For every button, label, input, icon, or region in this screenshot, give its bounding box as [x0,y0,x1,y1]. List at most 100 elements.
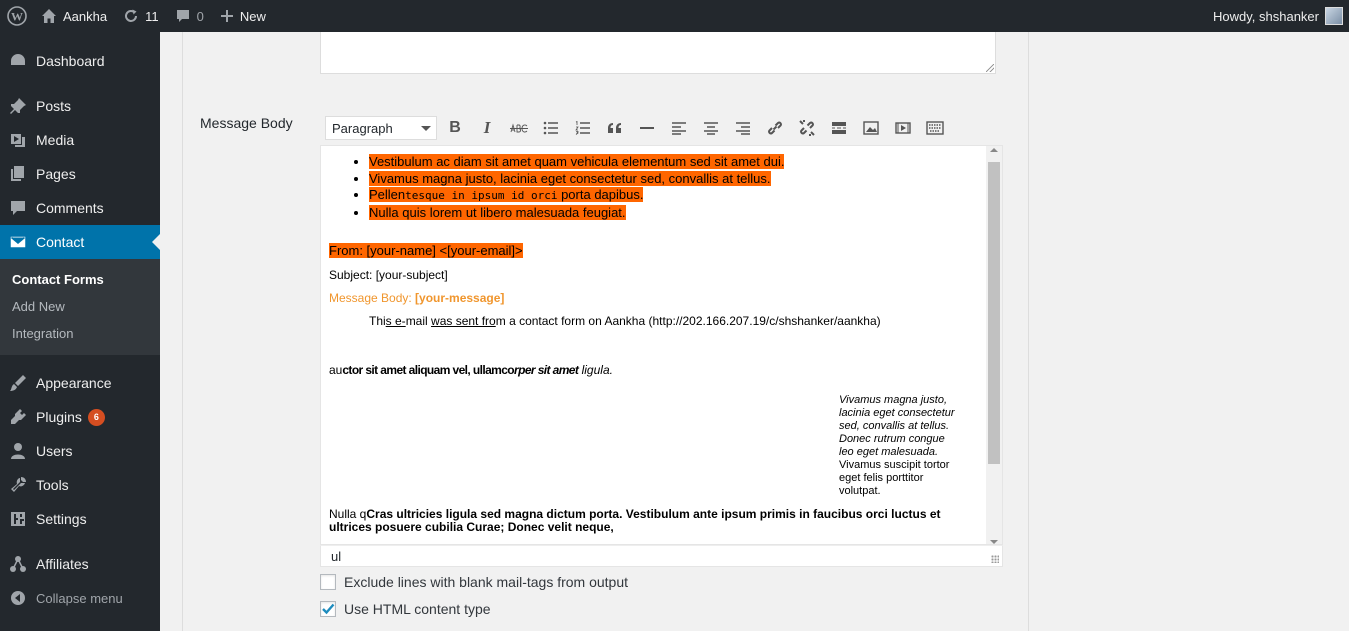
align-left-button[interactable] [663,114,695,142]
html-content-type-option[interactable]: Use HTML content type [320,601,491,617]
pages-icon [0,165,36,183]
sidebar-item-comments[interactable]: Comments [0,191,160,225]
sidebar-item-label: Comments [36,200,104,216]
remove-link-button[interactable] [791,114,823,142]
list-item: Vivamus magna justo, lacinia eget consec… [369,170,979,188]
updates-link[interactable]: 11 [115,0,167,32]
submenu-item-contact-forms[interactable]: Contact Forms [12,272,104,287]
mail-icon [0,233,36,251]
toolbar-toggle-button[interactable] [919,114,951,142]
numbered-list-icon [575,121,590,135]
bulleted-list: Vestibulum ac diam sit amet quam vehicul… [329,154,979,221]
scroll-down-icon[interactable] [990,540,998,544]
italic-button[interactable]: I [471,114,503,142]
align-left-icon [672,122,686,135]
new-content-link[interactable]: New [212,0,274,32]
resize-handle-icon[interactable] [986,64,994,72]
sidebar-item-pages[interactable]: Pages [0,157,160,191]
horizontal-line-icon [640,127,654,129]
resize-handle-icon[interactable] [991,555,999,563]
checkmark-icon [322,603,335,615]
subject-line: Subject: [your-subject] [329,268,448,282]
plugin-icon [0,408,36,426]
submenu-item-integration[interactable]: Integration [12,326,73,341]
scroll-thumb[interactable] [988,162,1000,464]
exclude-blank-option[interactable]: Exclude lines with blank mail-tags from … [320,574,628,590]
sidebar-item-label: Dashboard [36,53,105,69]
refresh-icon [123,8,139,24]
sidebar-item-contact[interactable]: Contact [0,225,160,259]
admin-bar: W Aankha 11 0 New Howdy, shshanker [0,0,1349,32]
message-body-editor[interactable]: Vestibulum ac diam sit amet quam vehicul… [320,145,1003,545]
sidebar-item-label: Tools [36,477,69,493]
sidebar-item-posts[interactable]: Posts [0,89,160,123]
editor-scrollbar[interactable] [986,146,1002,544]
additional-headers-textarea[interactable] [320,32,996,74]
blockquote-button[interactable] [599,114,631,142]
sidebar-item-label: Users [36,443,73,459]
sidebar-item-label: Media [36,132,75,148]
sidebar-item-media[interactable]: Media [0,123,160,157]
sidebar-item-appearance[interactable]: Appearance [0,366,160,400]
strikethrough-button[interactable] [503,114,535,142]
sidebar-item-label: Affiliates [36,556,89,572]
bulleted-list-button[interactable] [535,114,567,142]
sidebar-item-dashboard[interactable]: Dashboard [0,44,160,78]
bold-icon: B [449,119,461,136]
sidebar-item-settings[interactable]: Settings [0,502,160,536]
comment-icon [0,199,36,217]
exclude-blank-label: Exclude lines with blank mail-tags from … [344,574,629,590]
collapse-menu-button[interactable]: Collapse menu [0,581,160,615]
insert-link-button[interactable] [759,114,791,142]
sidebar-item-label: Settings [36,511,87,527]
new-label: New [239,8,266,24]
read-more-button[interactable] [823,114,855,142]
image-icon [863,121,879,135]
comment-icon [175,8,191,24]
quote-icon [608,123,621,133]
admin-sidebar: Dashboard Posts Media Pages Comments Con… [0,32,160,631]
comments-link[interactable]: 0 [167,0,212,32]
align-center-button[interactable] [695,114,727,142]
sidebar-item-tools[interactable]: Tools [0,468,160,502]
plugins-update-badge: 6 [87,408,105,426]
insert-image-button[interactable] [855,114,887,142]
dashboard-icon [0,52,36,70]
floated-paragraph: Vivamus magna justo, lacinia eget consec… [839,394,955,497]
submenu-item-add-new[interactable]: Add New [12,299,65,314]
sidebar-item-affiliates[interactable]: Affiliates [0,547,160,581]
site-name-link[interactable]: Aankha [35,0,115,32]
insert-media-button[interactable] [887,114,919,142]
collapse-menu-label: Collapse menu [36,590,123,606]
sidebar-item-label: Plugins [36,409,82,425]
italic-icon: I [483,118,491,137]
editor-content[interactable]: Vestibulum ac diam sit amet quam vehicul… [321,146,987,544]
sidebar-item-plugins[interactable]: Plugins 6 [0,400,160,434]
svg-text:W: W [11,10,23,24]
align-right-button[interactable] [727,114,759,142]
align-right-icon [736,122,750,135]
list-item: Nulla quis lorem ut libero malesuada feu… [369,204,979,222]
format-select[interactable]: Paragraph [325,116,437,140]
list-item: Vestibulum ac diam sit amet quam vehicul… [369,154,979,171]
sidebar-item-users[interactable]: Users [0,434,160,468]
wrench-icon [0,476,36,494]
sidebar-item-label: Pages [36,166,76,182]
scroll-up-icon[interactable] [990,148,998,152]
html-content-type-checkbox[interactable] [320,601,336,617]
settings-icon [0,510,36,528]
exclude-blank-checkbox[interactable] [320,574,336,590]
account-menu[interactable]: Howdy, shshanker [1205,0,1349,32]
wordpress-logo-icon[interactable]: W [0,0,35,32]
unlink-icon [799,120,815,136]
home-icon [41,8,57,24]
bold-button[interactable]: B [439,114,471,142]
editor-toolbar: Paragraph B I [320,112,1003,144]
bulleted-list-icon [543,121,558,135]
numbered-list-button[interactable] [567,114,599,142]
horizontal-line-button[interactable] [631,114,663,142]
sidebar-item-label: Appearance [36,375,112,391]
element-path[interactable]: ul [331,549,341,564]
user-icon [0,442,36,460]
affiliates-icon [0,555,36,573]
